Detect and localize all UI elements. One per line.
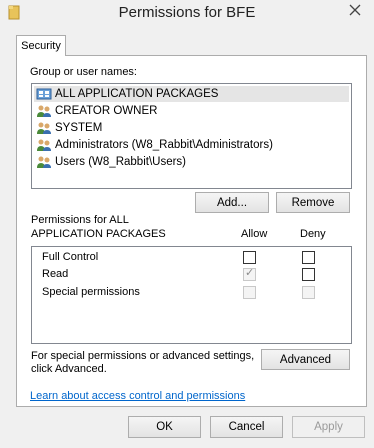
users-icon <box>36 155 52 169</box>
list-item-label: Administrators (W8_Rabbit\Administrators… <box>55 139 273 151</box>
apply-button[interactable]: Apply <box>292 416 365 438</box>
list-item[interactable]: Users (W8_Rabbit\Users) <box>34 154 349 170</box>
permission-label-full-control: Full Control <box>42 251 99 263</box>
list-item-label: CREATOR OWNER <box>55 105 158 117</box>
close-button[interactable] <box>340 0 370 20</box>
group-list-label: Group or user names: <box>30 66 137 78</box>
cancel-button[interactable]: Cancel <box>210 416 283 438</box>
list-item[interactable]: CREATOR OWNER <box>34 103 349 119</box>
users-icon <box>36 121 52 135</box>
close-icon <box>349 4 361 16</box>
users-icon <box>36 138 52 152</box>
access-control-help-link[interactable]: Learn about access control and permissio… <box>30 390 245 402</box>
ok-button[interactable]: OK <box>128 416 201 438</box>
full-control-allow-checkbox[interactable] <box>243 251 256 264</box>
checkmark-icon: ✓ <box>245 267 255 279</box>
list-item[interactable]: ALL APPLICATION PACKAGES <box>34 86 349 102</box>
special-deny-checkbox[interactable] <box>302 286 315 299</box>
list-item-label: ALL APPLICATION PACKAGES <box>55 88 219 100</box>
read-deny-checkbox[interactable] <box>302 268 315 281</box>
allow-header: Allow <box>241 228 268 240</box>
advanced-hint-line1: For special permissions or advanced sett… <box>31 350 255 362</box>
list-item-label: SYSTEM <box>55 122 103 134</box>
title-bar: Permissions for BFE <box>0 0 374 28</box>
window-title: Permissions for BFE <box>118 4 256 21</box>
user-list[interactable]: ALL APPLICATION PACKAGES CREATOR OWNER S… <box>31 83 352 189</box>
users-icon <box>36 104 52 118</box>
remove-button[interactable]: Remove <box>276 192 350 213</box>
permissions-title-line2: APPLICATION PACKAGES <box>31 228 166 240</box>
special-allow-checkbox[interactable] <box>243 286 256 299</box>
read-allow-checkbox[interactable]: ✓ <box>243 267 256 281</box>
permissions-list: Full Control Read ✓ Special permissions <box>31 246 352 344</box>
advanced-button[interactable]: Advanced <box>261 349 350 370</box>
advanced-hint-line2: click Advanced. <box>31 363 107 375</box>
permissions-title-line1: Permissions for ALL <box>31 214 129 226</box>
permission-label-special: Special permissions <box>42 286 140 298</box>
security-panel: Group or user names: ALL APPLICATION PAC… <box>16 55 367 407</box>
list-item-label: Users (W8_Rabbit\Users) <box>55 156 186 168</box>
tab-security[interactable]: Security <box>16 35 66 56</box>
deny-header: Deny <box>300 228 326 240</box>
permission-label-read: Read <box>42 268 69 280</box>
add-button[interactable]: Add... <box>195 192 269 213</box>
package-group-icon <box>36 87 52 101</box>
list-item[interactable]: Administrators (W8_Rabbit\Administrators… <box>34 137 349 153</box>
list-item[interactable]: SYSTEM <box>34 120 349 136</box>
full-control-deny-checkbox[interactable] <box>302 251 315 264</box>
